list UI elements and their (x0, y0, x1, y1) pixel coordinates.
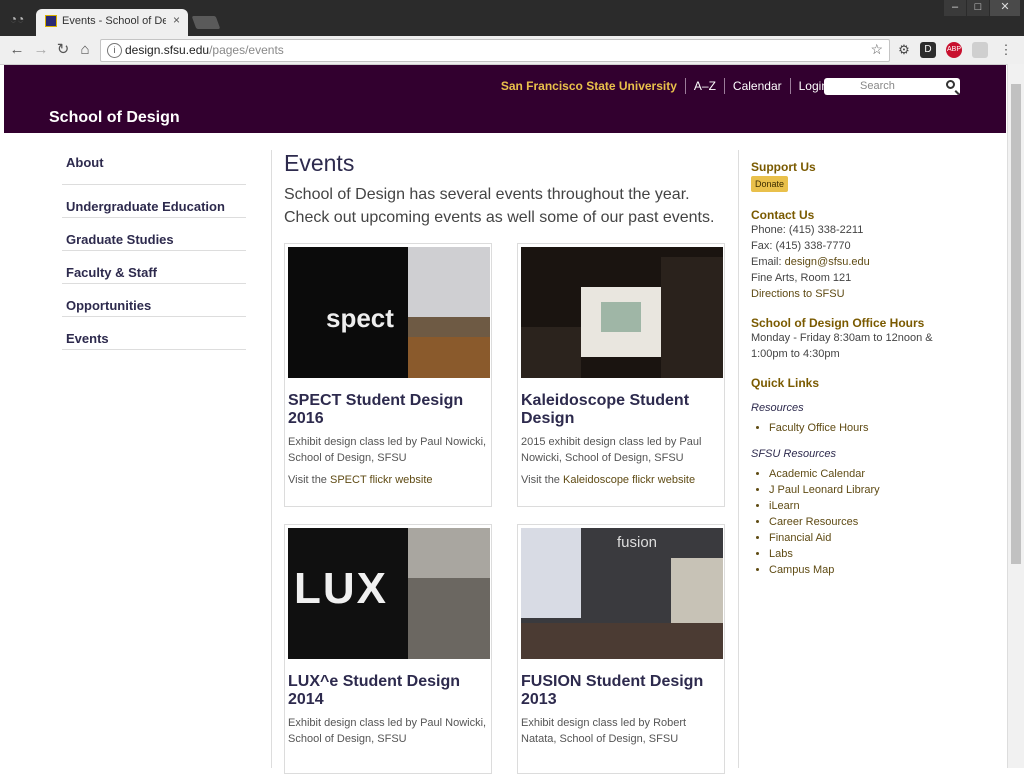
support-title: Support Us (751, 160, 816, 174)
tab-strip: ◔◔ Events - School of Design × – □ ✕ (0, 0, 1024, 36)
phone: Phone: (415) 338-2211 (751, 224, 864, 236)
spect-flickr-link[interactable]: SPECT flickr website (330, 474, 433, 486)
event-title[interactable]: SPECT Student Design 2016 (288, 392, 488, 428)
image-text: spect (326, 303, 394, 333)
office-hours: Monday - Friday 8:30am to 12noon & 1:00p… (751, 332, 933, 360)
site-title[interactable]: School of Design (49, 109, 180, 127)
gear-icon[interactable]: ⚙ (896, 42, 912, 58)
event-card: Kaleidoscope Student Design 2015 exhibit… (517, 243, 725, 507)
event-description: 2015 exhibit design class led by Paul No… (521, 436, 702, 464)
search-icon[interactable] (946, 80, 955, 89)
directions-link[interactable]: Directions to SFSU (751, 288, 845, 300)
list-item[interactable]: Faculty Office Hours (769, 420, 951, 436)
back-icon[interactable]: ← (8, 41, 26, 59)
calendar-link[interactable]: Calendar (733, 79, 782, 93)
az-link[interactable]: A–Z (694, 79, 716, 93)
url-text: design.sfsu.edu/pages/events (125, 43, 284, 57)
nav-item-opportunities[interactable]: Opportunities (62, 284, 246, 317)
divider (723, 78, 725, 94)
email-link[interactable]: design@sfsu.edu (785, 256, 870, 268)
nav-item-faculty[interactable]: Faculty & Staff (62, 251, 246, 284)
divider (789, 78, 791, 94)
sfsu-link[interactable]: San Francisco State University (501, 79, 677, 93)
nav-item-graduate[interactable]: Graduate Studies (62, 218, 246, 251)
d-extension-icon[interactable]: D (920, 42, 936, 58)
image-text: LUX (294, 564, 388, 613)
reload-icon[interactable]: ↻ (54, 41, 72, 59)
sfsu-resources-title: SFSU Resources (751, 448, 836, 460)
list-item[interactable]: iLearn (769, 498, 951, 514)
incognito-icon: ◔◔ (9, 12, 25, 26)
resources-list: Faculty Office Hours (751, 420, 951, 436)
browser-tab[interactable]: Events - School of Design × (36, 9, 188, 36)
event-description: Exhibit design class led by Paul Nowicki… (288, 436, 487, 464)
quick-links-title: Quick Links (751, 376, 820, 390)
contact-title: Contact Us (751, 208, 815, 222)
kaleidoscope-flickr-link[interactable]: Kaleidoscope flickr website (563, 474, 695, 486)
browser-toolbar: ← → ↻ ⌂ i design.sfsu.edu/pages/events ☆… (0, 36, 1024, 65)
right-sidebar: Support Us Donate Contact Us Phone: (415… (751, 160, 951, 578)
intro-text: School of Design has several events thro… (284, 186, 715, 226)
nav-item-about[interactable]: About (62, 152, 246, 185)
event-visit: Visit the SPECT flickr website (288, 474, 433, 486)
top-links: San Francisco State University A–Z Calen… (501, 78, 828, 94)
favicon-icon (45, 15, 57, 27)
event-description: Exhibit design class led by Robert Natat… (521, 717, 687, 745)
event-image[interactable] (521, 247, 723, 378)
event-image[interactable]: spect (288, 247, 490, 378)
divider (271, 150, 272, 768)
extension-icon[interactable] (972, 42, 988, 58)
tab-title: Events - School of Design (62, 15, 166, 27)
tab-close-icon[interactable]: × (173, 13, 180, 27)
divider (738, 150, 739, 768)
directions-line: Directions to SFSU (751, 286, 951, 302)
bookmark-star-icon[interactable]: ☆ (870, 41, 883, 58)
image-text: fusion (617, 534, 658, 551)
event-card: spect SPECT Student Design 2016 Exhibit … (284, 243, 492, 507)
left-nav: About Undergraduate Education Graduate S… (62, 152, 246, 350)
event-visit: Visit the Kaleidoscope flickr website (521, 474, 696, 486)
nav-item-undergraduate[interactable]: Undergraduate Education (62, 185, 246, 218)
home-icon[interactable]: ⌂ (76, 41, 94, 59)
site-header: San Francisco State University A–Z Calen… (4, 65, 1006, 133)
list-item[interactable]: Financial Aid (769, 530, 951, 546)
event-description: Exhibit design class led by Paul Nowicki… (288, 717, 487, 745)
event-title[interactable]: Kaleidoscope Student Design (521, 392, 721, 428)
list-item[interactable]: Campus Map (769, 562, 951, 578)
menu-icon[interactable]: ⋮ (998, 42, 1014, 58)
hours-title: School of Design Office Hours (751, 316, 925, 330)
event-image[interactable]: LUX (288, 528, 490, 659)
nav-item-events[interactable]: Events (62, 317, 246, 350)
page-title: Events (284, 150, 355, 176)
fax: Fax: (415) 338-7770 (751, 240, 851, 252)
list-item[interactable]: Academic Calendar (769, 466, 951, 482)
room: Fine Arts, Room 121 (751, 272, 852, 284)
list-item[interactable]: Labs (769, 546, 951, 562)
resources-title: Resources (751, 402, 804, 414)
event-image[interactable]: fusion (521, 528, 723, 659)
event-card: fusion FUSION Student Design 2013 Exhibi… (517, 524, 725, 774)
list-item[interactable]: J Paul Leonard Library (769, 482, 951, 498)
new-tab-button[interactable] (191, 16, 221, 29)
search-input[interactable]: Search (824, 78, 960, 95)
divider (684, 78, 686, 94)
event-title[interactable]: FUSION Student Design 2013 (521, 673, 721, 709)
maximize-button[interactable]: □ (967, 0, 989, 16)
event-card: LUX LUX^e Student Design 2014 Exhibit de… (284, 524, 492, 774)
adblock-icon[interactable]: ABP (946, 42, 962, 58)
forward-icon[interactable]: → (32, 41, 50, 59)
email-line: Email: design@sfsu.edu (751, 256, 870, 268)
info-icon[interactable]: i (107, 43, 122, 58)
scrollbar-thumb[interactable] (1011, 84, 1021, 564)
minimize-button[interactable]: – (944, 0, 966, 16)
event-title[interactable]: LUX^e Student Design 2014 (288, 673, 488, 709)
donate-button[interactable]: Donate (751, 176, 789, 192)
scrollbar[interactable] (1007, 64, 1024, 768)
main-content: Events School of Design has several even… (284, 150, 724, 229)
address-bar[interactable]: i design.sfsu.edu/pages/events ☆ (100, 39, 890, 62)
close-window-button[interactable]: ✕ (990, 0, 1020, 16)
sfsu-resources-list: Academic Calendar J Paul Leonard Library… (751, 466, 951, 578)
search-placeholder: Search (860, 80, 895, 92)
list-item[interactable]: Career Resources (769, 514, 951, 530)
